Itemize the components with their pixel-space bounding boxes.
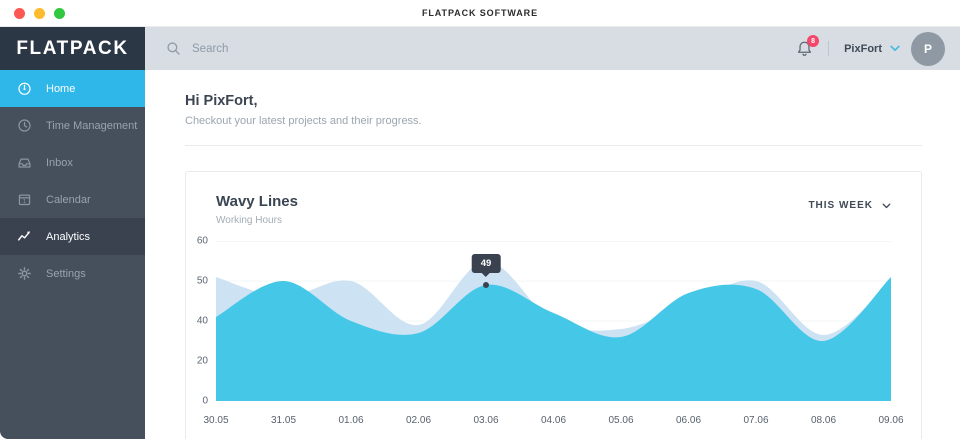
calendar-icon: 1 bbox=[17, 192, 33, 207]
chart-plot: 49 020405060 bbox=[216, 241, 891, 401]
chart-tooltip: 49 bbox=[472, 254, 501, 273]
x-axis-tick-label: 08.06 bbox=[811, 415, 836, 426]
greeting-subtitle: Checkout your latest projects and their … bbox=[185, 115, 922, 127]
notification-badge: 8 bbox=[807, 35, 819, 47]
x-axis-tick-label: 07.06 bbox=[743, 415, 768, 426]
tooltip-marker bbox=[483, 282, 489, 288]
sidebar-item-label: Calendar bbox=[46, 194, 91, 206]
close-window-button[interactable] bbox=[14, 8, 25, 19]
sidebar-item-settings[interactable]: Settings bbox=[0, 255, 145, 292]
range-selector-dropdown[interactable]: THIS WEEK bbox=[808, 200, 891, 211]
y-axis-tick-label: 50 bbox=[197, 276, 216, 287]
search-input[interactable] bbox=[192, 43, 796, 55]
sidebar-item-calendar[interactable]: 1 Calendar bbox=[0, 181, 145, 218]
search-icon bbox=[166, 41, 181, 56]
user-menu[interactable]: PixFort bbox=[844, 43, 900, 55]
analytics-icon bbox=[17, 229, 33, 244]
header-divider bbox=[828, 41, 829, 56]
sidebar-item-inbox[interactable]: Inbox bbox=[0, 144, 145, 181]
window-controls bbox=[14, 8, 65, 19]
chevron-down-icon bbox=[882, 203, 891, 209]
titlebar: FLATPACK SOFTWARE bbox=[0, 0, 960, 27]
x-axis-tick-label: 04.06 bbox=[541, 415, 566, 426]
sidebar-item-time-management[interactable]: Time Management bbox=[0, 107, 145, 144]
sidebar-item-home[interactable]: Home bbox=[0, 70, 145, 107]
zoom-window-button[interactable] bbox=[54, 8, 65, 19]
x-axis-tick-label: 02.06 bbox=[406, 415, 431, 426]
chart-area: 49 020405060 30.0531.0501.0602.0603.0604… bbox=[216, 241, 891, 437]
search-bar: 8 PixFort P bbox=[145, 27, 960, 70]
sidebar-item-label: Settings bbox=[46, 268, 86, 280]
avatar[interactable]: P bbox=[911, 32, 945, 66]
x-axis-tick-label: 01.06 bbox=[338, 415, 363, 426]
svg-text:1: 1 bbox=[23, 199, 26, 205]
sidebar: Home Time Management Inbox 1 Calendar Analyti… bbox=[0, 70, 145, 439]
y-axis-tick-label: 0 bbox=[202, 396, 216, 407]
chart-x-axis: 30.0531.0501.0602.0603.0604.0605.0606.06… bbox=[216, 411, 891, 437]
sidebar-item-label: Inbox bbox=[46, 157, 73, 169]
y-axis-tick-label: 60 bbox=[197, 236, 216, 247]
x-axis-tick-label: 30.05 bbox=[203, 415, 228, 426]
gauge-icon bbox=[17, 81, 33, 96]
greeting-title: Hi PixFort, bbox=[185, 93, 922, 109]
x-axis-tick-label: 09.06 bbox=[878, 415, 903, 426]
user-name: PixFort bbox=[844, 43, 882, 55]
brand-logo: FLATPACK bbox=[0, 27, 145, 70]
window-title: FLATPACK SOFTWARE bbox=[422, 8, 538, 18]
wavy-lines-card: Wavy Lines Working Hours THIS WEEK bbox=[185, 171, 922, 439]
card-subtitle: Working Hours bbox=[216, 215, 298, 226]
clock-icon bbox=[17, 118, 33, 133]
gear-icon bbox=[17, 266, 33, 281]
chevron-down-icon bbox=[890, 45, 900, 52]
x-axis-tick-label: 05.06 bbox=[608, 415, 633, 426]
card-title: Wavy Lines bbox=[216, 193, 298, 210]
range-selector-label: THIS WEEK bbox=[808, 200, 873, 211]
app-window: FLATPACK SOFTWARE FLATPACK 8 PixFort P bbox=[0, 0, 960, 439]
area-chart bbox=[216, 241, 891, 401]
content-divider bbox=[185, 145, 922, 146]
notifications-button[interactable]: 8 bbox=[796, 40, 813, 57]
sidebar-item-label: Time Management bbox=[46, 120, 137, 132]
sidebar-item-label: Home bbox=[46, 83, 75, 95]
app-header: FLATPACK 8 PixFort P bbox=[0, 27, 960, 70]
minimize-window-button[interactable] bbox=[34, 8, 45, 19]
y-axis-tick-label: 40 bbox=[197, 316, 216, 327]
sidebar-item-label: Analytics bbox=[46, 231, 90, 243]
card-header: Wavy Lines Working Hours THIS WEEK bbox=[216, 172, 891, 226]
x-axis-tick-label: 06.06 bbox=[676, 415, 701, 426]
x-axis-tick-label: 03.06 bbox=[473, 415, 498, 426]
x-axis-tick-label: 31.05 bbox=[271, 415, 296, 426]
inbox-icon bbox=[17, 155, 33, 170]
sidebar-item-analytics[interactable]: Analytics bbox=[0, 218, 145, 255]
main-content: Hi PixFort, Checkout your latest project… bbox=[145, 70, 960, 439]
y-axis-tick-label: 20 bbox=[197, 356, 216, 367]
